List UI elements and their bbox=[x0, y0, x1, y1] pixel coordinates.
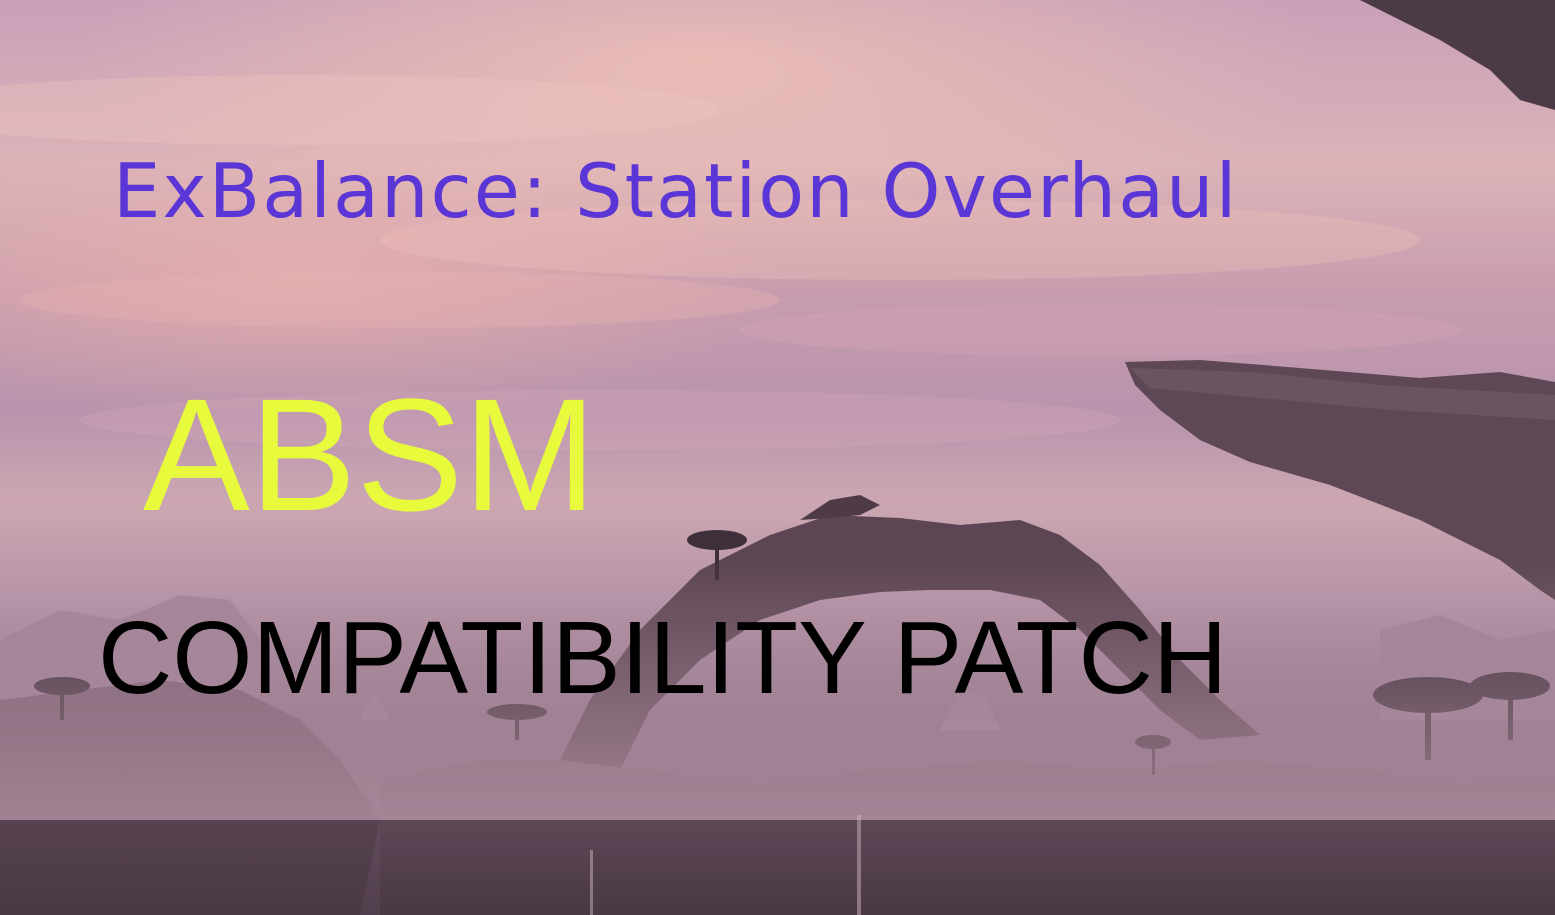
banner: ExBalance: Station Overhaul ABSM COMPATI… bbox=[0, 0, 1555, 915]
top-right-rock bbox=[1360, 0, 1555, 110]
banner-subtitle: ABSM bbox=[143, 365, 597, 544]
banner-tagline: COMPATIBILITY PATCH bbox=[98, 600, 1228, 715]
banner-title: ExBalance: Station Overhaul bbox=[113, 147, 1239, 235]
